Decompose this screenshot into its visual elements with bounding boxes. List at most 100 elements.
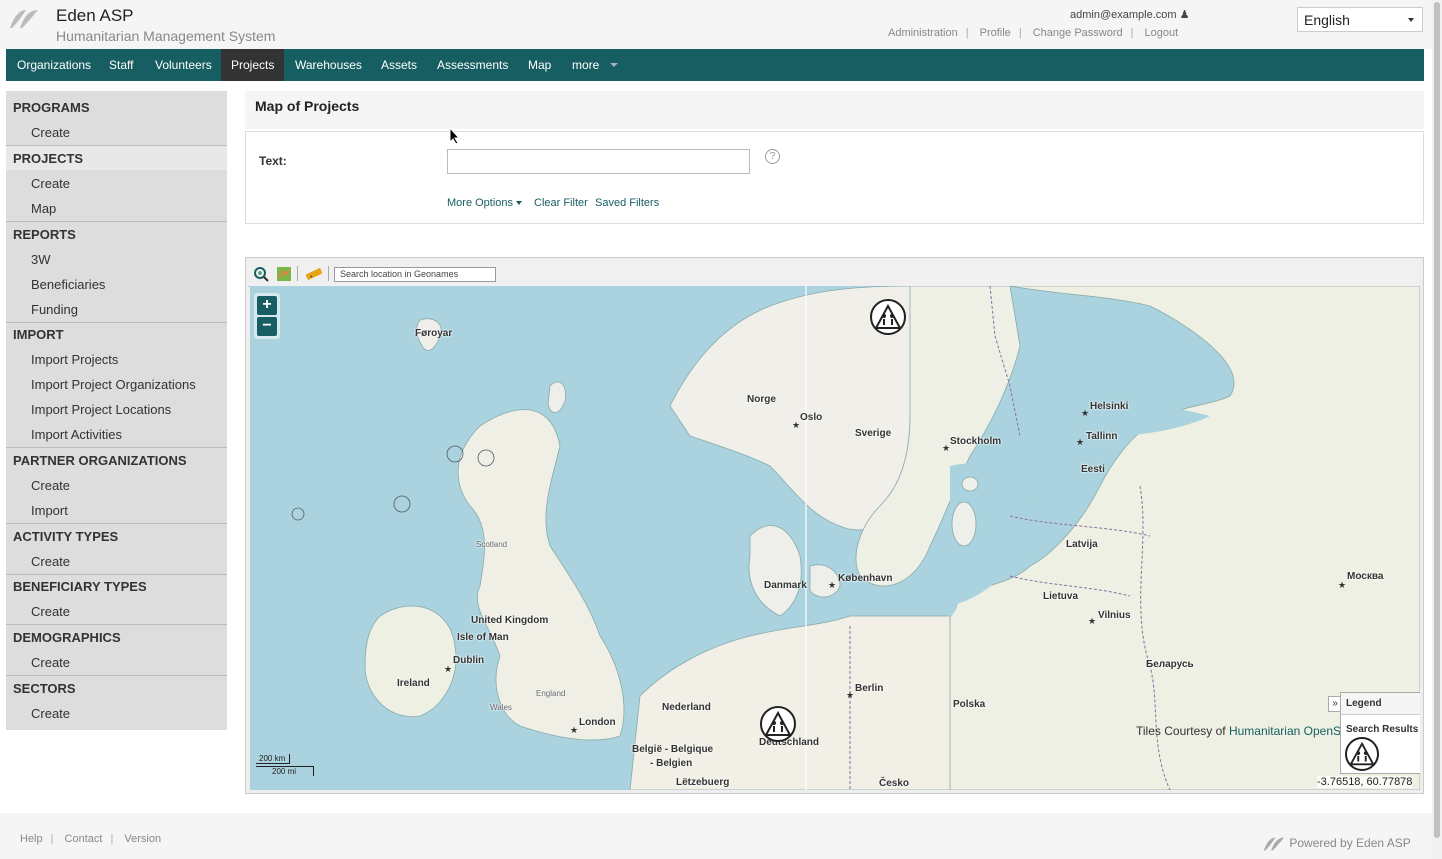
map-canvas[interactable]: ★ ★ ★ ★ ★ ★ ★ ★ ★ ★ Føroyar Norge Oslo S… bbox=[250, 286, 1420, 790]
sidebar-heading-programs[interactable]: PROGRAMS bbox=[13, 100, 90, 115]
sidebar-item-partner-import[interactable]: Import bbox=[31, 503, 68, 518]
project-marker-icon[interactable] bbox=[870, 299, 906, 335]
sidebar-heading-beneficiary-types[interactable]: BENEFICIARY TYPES bbox=[13, 579, 147, 594]
nav-item-warehouses[interactable]: Warehouses bbox=[295, 49, 362, 81]
sidebar-heading-partner-organizations[interactable]: PARTNER ORGANIZATIONS bbox=[13, 453, 187, 468]
sidebar-item-funding[interactable]: Funding bbox=[31, 302, 78, 317]
scale-km: 200 km bbox=[256, 754, 290, 764]
map-label: Česko bbox=[879, 778, 910, 789]
sidebar-heading-sectors[interactable]: SECTORS bbox=[13, 681, 76, 696]
map-label: Oslo bbox=[800, 412, 823, 423]
auth-links: Administration | Profile | Change Password… bbox=[888, 27, 1179, 39]
user-email-text: admin@example.com bbox=[1070, 9, 1177, 21]
sidebar-item-3w[interactable]: 3W bbox=[31, 252, 51, 267]
logout-link[interactable]: Logout bbox=[1145, 27, 1179, 39]
sidebar-heading-reports[interactable]: REPORTS bbox=[13, 227, 76, 242]
sidebar-item-import-projects[interactable]: Import Projects bbox=[31, 352, 118, 367]
svg-text:★: ★ bbox=[828, 580, 836, 590]
zoom-control: + − bbox=[254, 293, 280, 339]
sidebar-item-demographics-create[interactable]: Create bbox=[31, 655, 70, 670]
powered-by[interactable]: Powered by Eden ASP bbox=[1262, 836, 1411, 852]
sidebar-item-beneficiary-types-create[interactable]: Create bbox=[31, 604, 70, 619]
legend-marker-icon bbox=[1345, 737, 1379, 771]
sidebar-heading-demographics[interactable]: DEMOGRAPHICS bbox=[13, 630, 121, 645]
footer-links: Help | Contact | Version bbox=[20, 833, 162, 845]
nav-item-organizations[interactable]: Organizations bbox=[17, 49, 91, 81]
mouse-cursor-icon bbox=[449, 127, 461, 145]
sidebar-item-import-activities[interactable]: Import Activities bbox=[31, 427, 122, 442]
map-label: Scotland bbox=[476, 540, 508, 549]
svg-text:★: ★ bbox=[1338, 580, 1346, 590]
map-scale: 200 km 200 mi bbox=[256, 754, 314, 778]
nav-item-assessments[interactable]: Assessments bbox=[437, 49, 508, 81]
layers-icon[interactable] bbox=[276, 266, 292, 282]
zoom-out-button[interactable]: − bbox=[257, 317, 277, 336]
eden-logo-icon[interactable] bbox=[8, 8, 40, 30]
zoom-in-button[interactable]: + bbox=[257, 296, 277, 315]
nav-item-volunteers[interactable]: Volunteers bbox=[155, 49, 212, 81]
sidebar-divider bbox=[6, 447, 227, 448]
clear-filter-link[interactable]: Clear Filter bbox=[534, 197, 588, 209]
sidebar-divider bbox=[6, 574, 227, 575]
map-label: Lietuva bbox=[1043, 591, 1079, 602]
more-options-label: More Options bbox=[447, 197, 514, 209]
attribution-link[interactable]: Humanitarian OpenS bbox=[1229, 724, 1341, 738]
map-label: Nederland bbox=[662, 702, 711, 713]
nav-item-map[interactable]: Map bbox=[528, 49, 551, 81]
map-label: Sverige bbox=[855, 428, 892, 439]
legend-item-label: Search Results bbox=[1346, 724, 1419, 735]
sidebar-item-activity-types-create[interactable]: Create bbox=[31, 554, 70, 569]
map-label: England bbox=[536, 689, 566, 698]
people-icon bbox=[874, 303, 902, 329]
administration-link[interactable]: Administration bbox=[888, 27, 958, 39]
text-filter-input[interactable] bbox=[447, 149, 750, 174]
geonames-search-input[interactable]: Search location in Geonames bbox=[334, 267, 496, 282]
nav-item-assets[interactable]: Assets bbox=[381, 49, 417, 81]
map-label: Berlin bbox=[855, 683, 884, 694]
map-attribution: Tiles Courtesy of Humanitarian OpenS bbox=[1136, 724, 1341, 738]
saved-filters-link[interactable]: Saved Filters bbox=[595, 197, 659, 209]
scrollbar-thumb[interactable] bbox=[1434, 2, 1440, 838]
page-title-bar: Map of Projects bbox=[245, 91, 1424, 129]
sidebar: PROGRAMS Create PROJECTS Create Map REPO… bbox=[6, 91, 227, 730]
svg-text:★: ★ bbox=[1088, 616, 1096, 626]
measure-ruler-icon[interactable] bbox=[306, 266, 322, 282]
sidebar-heading-projects[interactable]: PROJECTS bbox=[13, 151, 83, 166]
nav-item-staff[interactable]: Staff bbox=[109, 49, 133, 81]
attribution-prefix: Tiles Courtesy of bbox=[1136, 724, 1226, 738]
help-icon[interactable]: ? bbox=[765, 149, 780, 164]
map-label: Føroyar bbox=[415, 328, 453, 339]
project-marker-icon[interactable] bbox=[760, 706, 796, 742]
sidebar-item-import-project-organizations[interactable]: Import Project Organizations bbox=[31, 377, 196, 392]
sidebar-item-beneficiaries[interactable]: Beneficiaries bbox=[31, 277, 105, 292]
sidebar-divider bbox=[6, 221, 227, 222]
legend-title: Legend bbox=[1341, 693, 1420, 715]
sidebar-item-projects-map[interactable]: Map bbox=[31, 201, 56, 216]
language-select[interactable]: English bbox=[1297, 7, 1423, 32]
sidebar-item-projects-create[interactable]: Create bbox=[31, 176, 70, 191]
help-link[interactable]: Help bbox=[20, 833, 43, 845]
app-subtitle: Humanitarian Management System bbox=[56, 28, 276, 44]
user-email: admin@example.com ♟ bbox=[1070, 8, 1189, 21]
app-title[interactable]: Eden ASP bbox=[56, 6, 134, 26]
sidebar-heading-activity-types[interactable]: ACTIVITY TYPES bbox=[13, 529, 118, 544]
footer: Help | Contact | Version Powered by Eden A… bbox=[0, 813, 1442, 859]
text-filter-label: Text: bbox=[259, 154, 287, 168]
change-password-link[interactable]: Change Password bbox=[1033, 27, 1123, 39]
nav-item-projects[interactable]: Projects bbox=[221, 49, 285, 81]
profile-link[interactable]: Profile bbox=[980, 27, 1011, 39]
more-options-link[interactable]: More Options bbox=[447, 197, 523, 209]
svg-text:★: ★ bbox=[1076, 437, 1084, 447]
nav-item-more[interactable]: more bbox=[572, 49, 599, 81]
sidebar-item-partner-create[interactable]: Create bbox=[31, 478, 70, 493]
sidebar-item-programs-create[interactable]: Create bbox=[31, 125, 70, 140]
sidebar-heading-import[interactable]: IMPORT bbox=[13, 327, 64, 342]
toolbar-separator bbox=[328, 266, 329, 281]
people-icon bbox=[764, 710, 792, 736]
sidebar-item-import-project-locations[interactable]: Import Project Locations bbox=[31, 402, 171, 417]
zoom-extent-icon[interactable] bbox=[253, 266, 269, 282]
version-link[interactable]: Version bbox=[124, 833, 161, 845]
sidebar-item-sectors-create[interactable]: Create bbox=[31, 706, 70, 721]
contact-link[interactable]: Contact bbox=[65, 833, 103, 845]
filter-form: Text: ? More Options Clear Filter Saved … bbox=[245, 131, 1424, 224]
